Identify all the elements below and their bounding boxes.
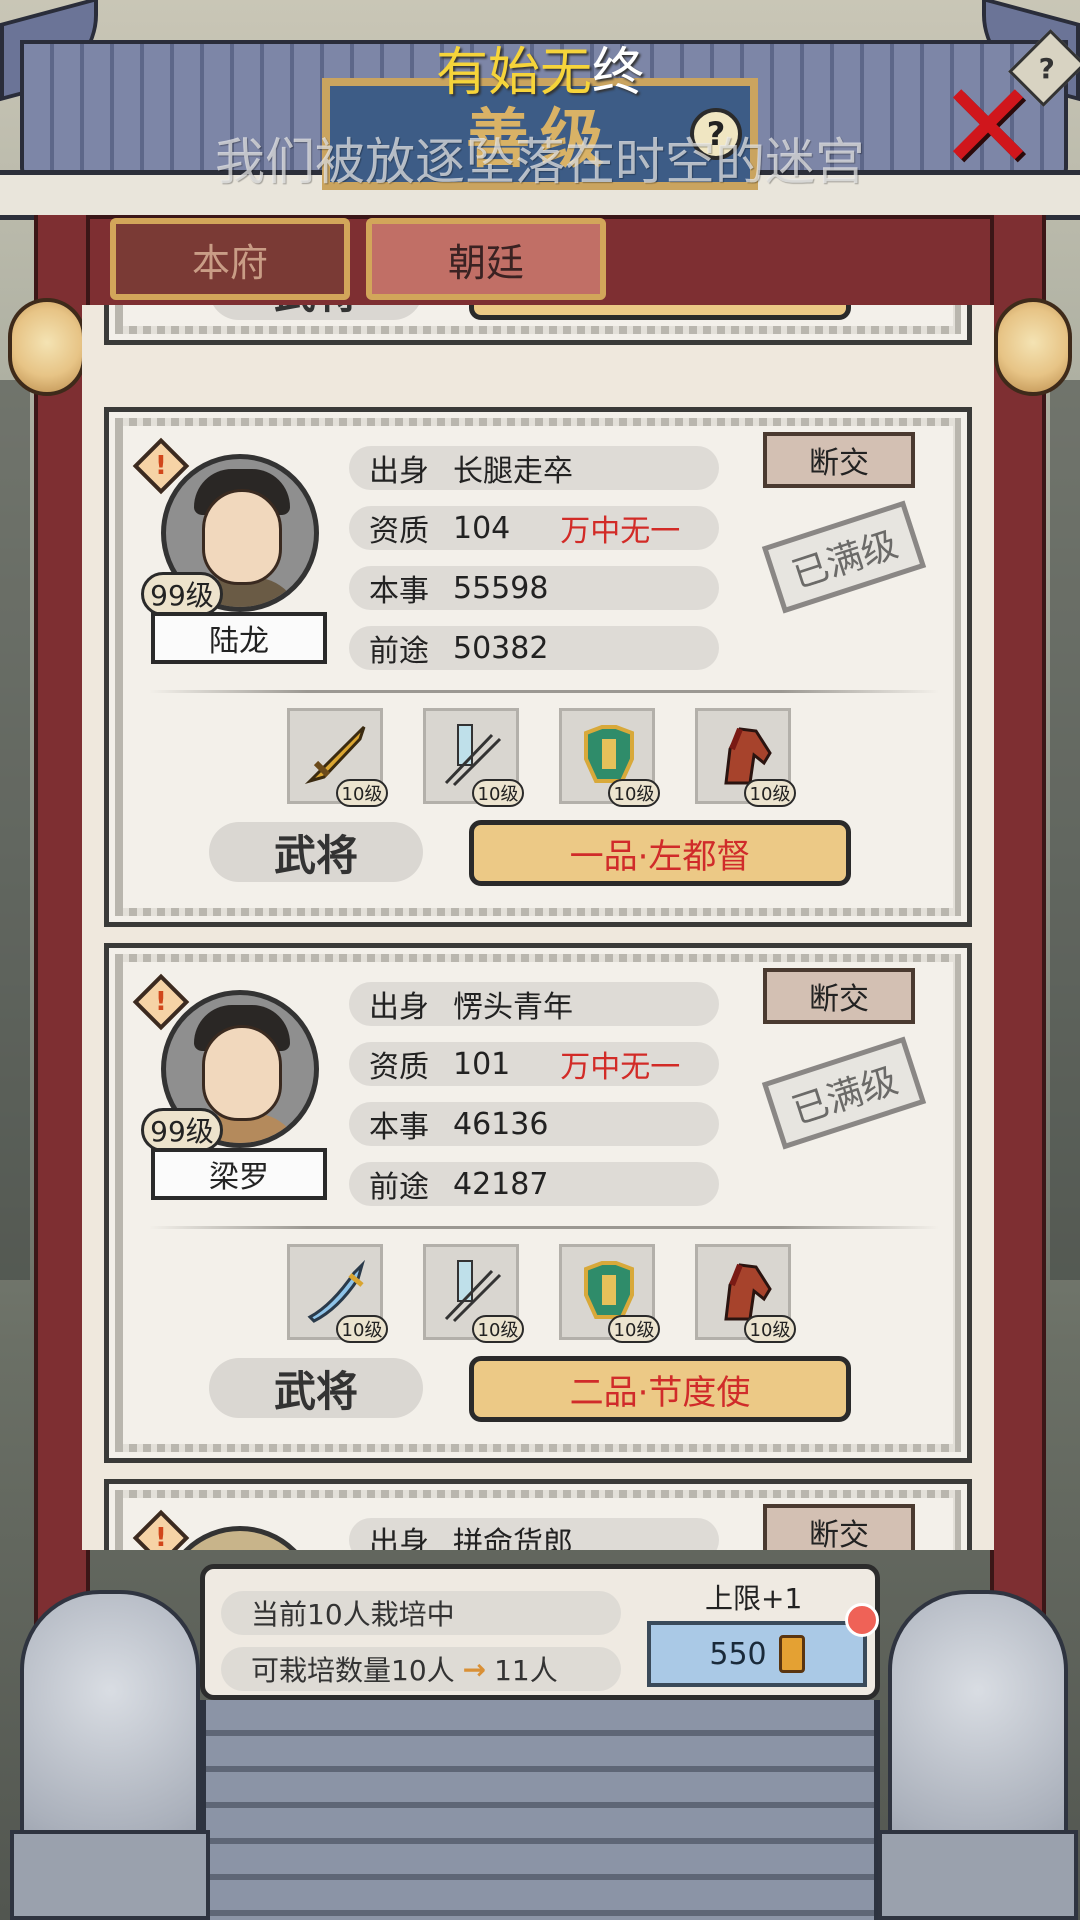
stat-origin: 出身 愣头青年	[349, 982, 719, 1026]
list-item: ! 99级 梁罗 出身 愣头青年 资质 101 万中无一 本事 46136 前途 4218…	[104, 943, 972, 1463]
lion-pedestal	[10, 1830, 210, 1920]
upgrade-limit-button[interactable]: 550	[647, 1621, 867, 1687]
rarity-text: 万中无一	[560, 1050, 681, 1085]
limit-label: 上限+1	[705, 1582, 803, 1615]
divider	[149, 690, 939, 693]
list-item: ! 出身 拼命货郎 断交	[104, 1479, 972, 1550]
list-item: 武将	[104, 305, 972, 345]
official-avatar-group[interactable]: ! 99级 梁罗	[132, 973, 331, 1200]
break-off-button[interactable]: 断交	[763, 1504, 915, 1550]
stat-aptitude: 资质 104 万中无一	[349, 506, 719, 550]
capacity-text: 可栽培数量10人 → 11人	[221, 1647, 621, 1691]
lantern-icon	[994, 298, 1072, 396]
equipment-slot[interactable]: 10级	[423, 1244, 524, 1343]
official-list[interactable]: 武将 ! 99级 陆龙 出身长腿走卒 资质104万中无一 本事55598 前途5…	[82, 305, 994, 1550]
official-name: 陆龙	[151, 612, 327, 664]
role-label: 武将	[209, 305, 423, 320]
stat-origin: 出身 拼命货郎	[349, 1518, 719, 1550]
background-building	[1050, 380, 1080, 1280]
background-building	[0, 380, 30, 1280]
rarity-text: 万中无一	[560, 514, 681, 549]
lantern-icon	[8, 298, 86, 396]
cultivation-panel: 当前10人栽培中 可栽培数量10人 → 11人 上限+1 550	[200, 1564, 880, 1700]
stairs	[200, 1700, 880, 1920]
stat-origin: 出身 长腿走卒	[349, 446, 719, 490]
rank-bar[interactable]	[469, 305, 851, 320]
role-label: 武将	[209, 822, 423, 882]
overlay-title: 有始无终	[435, 43, 645, 103]
overlay-subtitle: 我们被放逐坠落在时空的迷宫	[215, 133, 865, 191]
level-badge: 99级	[141, 1108, 223, 1152]
arrow-right-icon: →	[462, 1652, 487, 1686]
equipment-slot[interactable]: 10级	[423, 708, 524, 807]
official-avatar-group[interactable]: ! 99级 陆龙	[132, 437, 331, 664]
rank-bar[interactable]: 二品·节度使	[469, 1356, 851, 1422]
current-cultivation-text: 当前10人栽培中	[221, 1591, 621, 1635]
equipment-slot[interactable]: 10级	[695, 708, 796, 807]
equipment-slot[interactable]: 10级	[695, 1244, 796, 1343]
notification-dot	[845, 1603, 879, 1637]
tab-court[interactable]: 朝廷	[366, 218, 606, 300]
equipment-slot[interactable]: 10级	[287, 1244, 388, 1343]
break-off-button[interactable]: 断交	[763, 968, 915, 1024]
gate-pillar	[990, 215, 1046, 1685]
list-item: ! 99级 陆龙 出身 长腿走卒 资质 104 万中无一 本事 55598 前途 5038…	[104, 407, 972, 927]
stat-skill: 本事 55598	[349, 566, 719, 610]
rank-bar[interactable]: 一品·左都督	[469, 820, 851, 886]
stat-aptitude: 资质 101 万中无一	[349, 1042, 719, 1086]
lion-pedestal	[878, 1830, 1078, 1920]
break-off-button[interactable]: 断交	[763, 432, 915, 488]
equipment-slot[interactable]: 10级	[559, 708, 660, 807]
stat-prospect: 前途 50382	[349, 626, 719, 670]
equipment-slot[interactable]: 10级	[287, 708, 388, 807]
equipment-slot[interactable]: 10级	[559, 1244, 660, 1343]
stat-prospect: 前途 42187	[349, 1162, 719, 1206]
divider	[149, 1226, 939, 1229]
token-icon	[778, 1635, 805, 1673]
role-label: 武将	[209, 1358, 423, 1418]
level-badge: 99级	[141, 572, 223, 616]
official-avatar-group[interactable]: !	[132, 1509, 331, 1550]
tab-home[interactable]: 本府	[110, 218, 350, 300]
stat-skill: 本事 46136	[349, 1102, 719, 1146]
official-name: 梁罗	[151, 1148, 327, 1200]
